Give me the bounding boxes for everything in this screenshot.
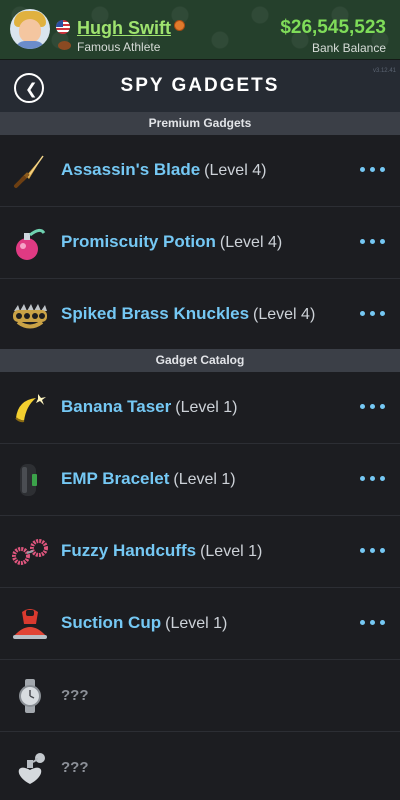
gadget-row-fuzzy-handcuffs[interactable]: Fuzzy Handcuffs (Level 1) bbox=[0, 516, 400, 588]
gadget-level: (Level 4) bbox=[253, 306, 316, 323]
more-options-button[interactable] bbox=[360, 401, 388, 413]
more-options-button[interactable] bbox=[360, 617, 388, 629]
page-title: SPY GADGETS bbox=[120, 75, 280, 96]
potion-icon bbox=[16, 228, 46, 260]
section-header-premium: Premium Gadgets bbox=[0, 112, 400, 135]
gadget-row-locked-perfume: ??? bbox=[0, 732, 400, 800]
basketball-icon bbox=[174, 20, 185, 31]
dagger-icon bbox=[14, 155, 44, 188]
locked-gadget-label: ??? bbox=[61, 759, 89, 776]
bank-balance-label: Bank Balance bbox=[311, 41, 386, 55]
gadget-row-assassins-blade[interactable]: Assassin's Blade (Level 4) bbox=[0, 135, 400, 207]
title-bar: ❮ SPY GADGETS v3.12.41 bbox=[0, 60, 400, 113]
gadget-level: (Level 1) bbox=[165, 615, 228, 632]
gadget-name: Fuzzy Handcuffs bbox=[61, 541, 197, 560]
gadget-row-locked-watch: ??? bbox=[0, 660, 400, 732]
gadget-row-spiked-brass-knuckles[interactable]: Spiked Brass Knuckles (Level 4) bbox=[0, 279, 400, 351]
gadget-row-banana-taser[interactable]: Banana Taser (Level 1) bbox=[0, 372, 400, 444]
gadget-level: (Level 1) bbox=[173, 471, 236, 488]
section-header-catalog: Gadget Catalog bbox=[0, 349, 400, 372]
player-name[interactable]: Hugh Swift bbox=[77, 18, 171, 39]
gadget-row-emp-bracelet[interactable]: EMP Bracelet (Level 1) bbox=[0, 444, 400, 516]
player-role: Famous Athlete bbox=[77, 40, 161, 54]
handcuffs-icon bbox=[12, 539, 48, 565]
gadget-level: (Level 4) bbox=[219, 234, 283, 251]
brass-knuckles-icon bbox=[13, 304, 47, 329]
more-options-button[interactable] bbox=[360, 473, 388, 485]
wristwatch-icon bbox=[19, 679, 41, 713]
banana-icon bbox=[15, 394, 46, 423]
football-icon bbox=[58, 41, 71, 50]
perfume-bottle-icon bbox=[18, 753, 45, 784]
version-label: v3.12.41 bbox=[372, 68, 396, 74]
more-options-button[interactable] bbox=[360, 164, 388, 176]
gadget-row-promiscuity-potion[interactable]: Promiscuity Potion (Level 4) bbox=[0, 207, 400, 279]
bank-balance-amount: $26,545,523 bbox=[280, 17, 386, 38]
status-header: Hugh Swift Famous Athlete $26,545,523 Ba… bbox=[0, 0, 400, 60]
gadget-name: Promiscuity Potion bbox=[61, 232, 216, 251]
gadget-name: Spiked Brass Knuckles bbox=[61, 304, 250, 323]
locked-gadget-label: ??? bbox=[61, 687, 89, 704]
bracelet-icon bbox=[20, 464, 37, 496]
gadget-level: (Level 1) bbox=[200, 543, 263, 560]
us-flag-icon bbox=[56, 20, 70, 34]
more-options-button[interactable] bbox=[360, 545, 388, 557]
gadget-name: EMP Bracelet bbox=[61, 469, 170, 488]
more-options-button[interactable] bbox=[360, 236, 388, 248]
gadget-level: (Level 1) bbox=[175, 399, 238, 416]
gadget-name: Suction Cup bbox=[61, 613, 162, 632]
gadget-name: Banana Taser bbox=[61, 397, 172, 416]
gadget-row-suction-cup[interactable]: Suction Cup (Level 1) bbox=[0, 588, 400, 660]
gadget-level: (Level 4) bbox=[204, 162, 267, 179]
gadget-name: Assassin's Blade bbox=[61, 160, 201, 179]
more-options-button[interactable] bbox=[360, 308, 388, 320]
suction-cup-icon bbox=[13, 609, 47, 639]
avatar[interactable] bbox=[10, 9, 50, 49]
